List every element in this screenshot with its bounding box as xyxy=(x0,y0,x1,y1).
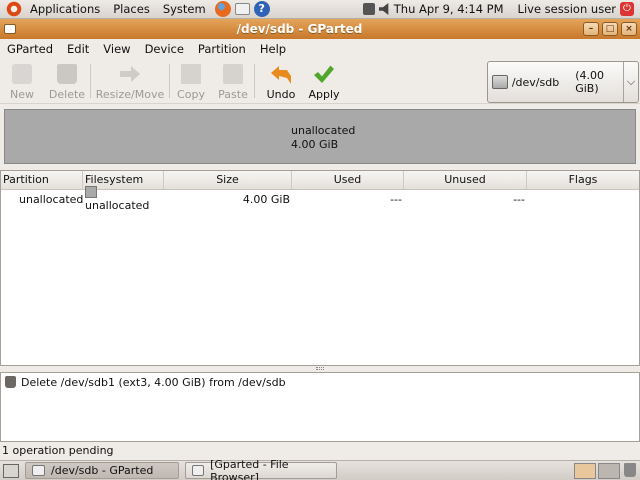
splitter-grip[interactable] xyxy=(316,367,324,370)
disk-partition-map[interactable]: unallocated 4.00 GiB xyxy=(4,109,636,164)
new-partition-icon xyxy=(12,64,32,84)
device-name: /dev/sdb xyxy=(511,75,560,89)
ubuntu-logo-icon[interactable] xyxy=(6,1,22,17)
filesystem-color-swatch xyxy=(85,186,97,198)
power-icon[interactable]: ⏻ xyxy=(620,2,634,16)
list-item[interactable]: Delete /dev/sdb1 (ext3, 4.00 GiB) from /… xyxy=(1,373,639,391)
file-browser-task-icon xyxy=(192,465,205,476)
cell-used: --- xyxy=(390,192,402,206)
device-selector[interactable]: /dev/sdb (4.00 GiB) ⌵ xyxy=(487,61,639,103)
menu-edit[interactable]: Edit xyxy=(60,42,96,56)
taskbar-item-label: /dev/sdb - GParted xyxy=(51,464,154,477)
trash-icon[interactable] xyxy=(624,462,636,477)
workspace-2[interactable] xyxy=(598,462,620,479)
applications-menu[interactable]: Applications xyxy=(25,2,105,16)
cell-unused: --- xyxy=(513,192,525,206)
delete-button-label: Delete xyxy=(48,88,86,101)
cell-filesystem-label: unallocated xyxy=(85,199,150,212)
undo-icon xyxy=(271,66,291,84)
close-button[interactable]: × xyxy=(621,22,637,36)
resize-move-icon xyxy=(120,66,140,82)
table-row[interactable]: unallocated unallocated 4.00 GiB --- --- xyxy=(1,186,639,212)
cell-partition: unallocated xyxy=(19,192,84,206)
new-button[interactable]: New xyxy=(0,58,44,102)
resize-move-button-label: Resize/Move xyxy=(95,88,165,101)
menu-view[interactable]: View xyxy=(96,42,137,56)
bottom-panel: /dev/sdb - GParted [Gparted - File Brows… xyxy=(0,458,640,480)
copy-button[interactable]: Copy xyxy=(170,58,212,102)
copy-button-label: Copy xyxy=(177,88,205,101)
menubar: GParted Edit View Device Partition Help xyxy=(0,39,640,58)
firefox-icon[interactable] xyxy=(214,1,231,17)
maximize-button[interactable]: □ xyxy=(602,22,618,36)
partition-table: Partition Filesystem Size Used Unused Fl… xyxy=(0,170,640,366)
menu-partition[interactable]: Partition xyxy=(191,42,253,56)
menu-help[interactable]: Help xyxy=(253,42,293,56)
paste-button[interactable]: Paste xyxy=(212,58,254,102)
hard-disk-icon xyxy=(492,75,508,89)
disk-map-label: unallocated xyxy=(291,124,356,137)
window-title: /dev/sdb - GParted xyxy=(236,22,363,36)
gparted-task-icon xyxy=(32,465,45,476)
paste-icon xyxy=(223,64,243,84)
taskbar-item-file-browser[interactable]: [Gparted - File Browser] xyxy=(185,458,337,480)
volume-icon[interactable] xyxy=(378,3,389,15)
window-menu-icon[interactable] xyxy=(4,24,16,34)
minimize-button[interactable]: – xyxy=(583,22,599,36)
delete-icon xyxy=(57,64,77,84)
cell-filesystem: unallocated xyxy=(83,186,164,212)
workspace-1[interactable] xyxy=(574,462,596,479)
undo-button[interactable]: Undo xyxy=(255,58,307,102)
column-header-unused[interactable]: Unused xyxy=(404,171,527,189)
column-header-size[interactable]: Size xyxy=(164,171,292,189)
menu-gparted[interactable]: GParted xyxy=(0,42,60,56)
copy-icon xyxy=(181,64,201,84)
window-titlebar[interactable]: /dev/sdb - GParted – □ × xyxy=(0,19,640,39)
apply-button-label: Apply xyxy=(308,88,340,101)
device-size: (4.00 GiB) xyxy=(575,69,604,95)
apply-button[interactable]: Apply xyxy=(307,58,341,102)
chevron-down-icon[interactable]: ⌵ xyxy=(624,75,638,89)
delete-button[interactable]: Delete xyxy=(44,58,90,102)
session-user[interactable]: Live session user xyxy=(518,2,616,16)
undo-button-label: Undo xyxy=(266,88,296,101)
column-header-flags[interactable]: Flags xyxy=(527,171,639,189)
cell-size: 4.00 GiB xyxy=(242,192,290,206)
column-header-partition[interactable]: Partition xyxy=(1,171,83,189)
top-panel: Applications Places System ? Thu Apr 9, … xyxy=(0,0,640,19)
delete-operation-icon xyxy=(5,376,16,388)
column-header-used[interactable]: Used xyxy=(292,171,404,189)
new-button-label: New xyxy=(10,88,34,101)
show-desktop-icon[interactable] xyxy=(3,463,19,478)
help-icon[interactable]: ? xyxy=(253,1,270,17)
paste-button-label: Paste xyxy=(218,88,248,101)
apply-checkmark-icon xyxy=(314,65,334,83)
clock[interactable]: Thu Apr 9, 4:14 PM xyxy=(394,2,504,16)
pending-operations-list: Delete /dev/sdb1 (ext3, 4.00 GiB) from /… xyxy=(0,372,640,442)
taskbar-item-gparted[interactable]: /dev/sdb - GParted xyxy=(25,462,179,479)
menu-device[interactable]: Device xyxy=(138,42,191,56)
operation-text: Delete /dev/sdb1 (ext3, 4.00 GiB) from /… xyxy=(21,375,286,389)
resize-move-button[interactable]: Resize/Move xyxy=(91,58,169,102)
mail-icon[interactable] xyxy=(234,3,250,15)
system-menu[interactable]: System xyxy=(158,2,211,16)
taskbar-item-label: [Gparted - File Browser] xyxy=(210,457,289,480)
network-icon[interactable] xyxy=(362,3,375,15)
disk-map-size: 4.00 GiB xyxy=(291,138,339,151)
places-menu[interactable]: Places xyxy=(108,2,155,16)
